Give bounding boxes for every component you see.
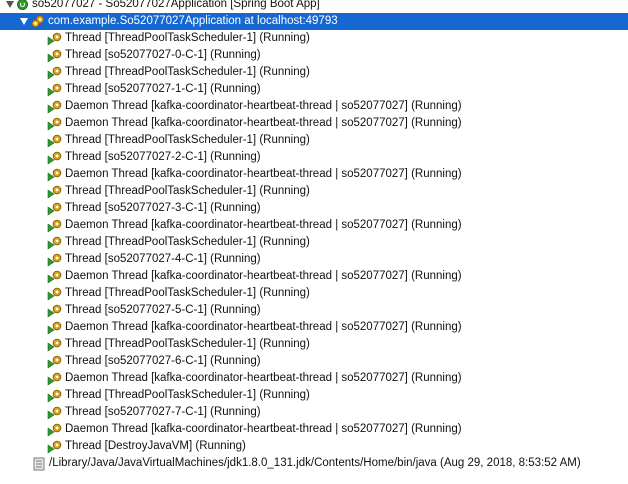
thread-label: Thread [so52077027-6-C-1] (Running) xyxy=(65,355,261,367)
running-thread-icon xyxy=(47,202,63,216)
thread-row[interactable]: Thread [ThreadPoolTaskScheduler-1] (Runn… xyxy=(0,183,628,200)
thread-row[interactable]: Daemon Thread [kafka-coordinator-heartbe… xyxy=(0,166,628,183)
thread-label: Daemon Thread [kafka-coordinator-heartbe… xyxy=(65,321,462,333)
running-thread-icon xyxy=(47,66,63,80)
thread-row[interactable]: Thread [so52077027-6-C-1] (Running) xyxy=(0,353,628,370)
thread-row[interactable]: Thread [ThreadPoolTaskScheduler-1] (Runn… xyxy=(0,64,628,81)
spring-boot-app-icon xyxy=(17,0,28,10)
expand-vm-twisty[interactable] xyxy=(20,18,28,25)
thread-row[interactable]: Daemon Thread [kafka-coordinator-heartbe… xyxy=(0,319,628,336)
thread-label: Thread [ThreadPoolTaskScheduler-1] (Runn… xyxy=(65,338,310,350)
thread-row[interactable]: Daemon Thread [kafka-coordinator-heartbe… xyxy=(0,217,628,234)
thread-label: Thread [so52077027-5-C-1] (Running) xyxy=(65,304,261,316)
thread-label: Thread [so52077027-1-C-1] (Running) xyxy=(65,83,261,95)
running-thread-icon xyxy=(47,185,63,199)
running-thread-icon xyxy=(47,134,63,148)
thread-row[interactable]: Thread [ThreadPoolTaskScheduler-1] (Runn… xyxy=(0,387,628,404)
thread-row[interactable]: Daemon Thread [kafka-coordinator-heartbe… xyxy=(0,98,628,115)
app-label: so52077027 - So52077027Application [Spri… xyxy=(32,0,320,10)
running-thread-icon xyxy=(47,117,63,131)
expand-app-twisty[interactable] xyxy=(6,1,14,8)
running-thread-icon xyxy=(47,304,63,318)
running-thread-icon xyxy=(47,287,63,301)
thread-row[interactable]: Thread [so52077027-0-C-1] (Running) xyxy=(0,47,628,64)
thread-row[interactable]: Thread [so52077027-3-C-1] (Running) xyxy=(0,200,628,217)
running-thread-icon xyxy=(47,406,63,420)
process-row[interactable]: /Library/Java/JavaVirtualMachines/jdk1.8… xyxy=(0,455,628,472)
process-label: /Library/Java/JavaVirtualMachines/jdk1.8… xyxy=(49,457,581,469)
thread-row[interactable]: Thread [ThreadPoolTaskScheduler-1] (Runn… xyxy=(0,336,628,353)
thread-label: Thread [ThreadPoolTaskScheduler-1] (Runn… xyxy=(65,66,310,78)
running-thread-icon xyxy=(47,270,63,284)
thread-row[interactable]: Daemon Thread [kafka-coordinator-heartbe… xyxy=(0,268,628,285)
thread-label: Thread [ThreadPoolTaskScheduler-1] (Runn… xyxy=(65,236,310,248)
thread-row[interactable]: Thread [ThreadPoolTaskScheduler-1] (Runn… xyxy=(0,234,628,251)
thread-label: Thread [so52077027-7-C-1] (Running) xyxy=(65,406,261,418)
running-thread-icon xyxy=(47,372,63,386)
app-row[interactable]: so52077027 - So52077027Application [Spri… xyxy=(0,0,628,13)
thread-row[interactable]: Thread [ThreadPoolTaskScheduler-1] (Runn… xyxy=(0,30,628,47)
running-thread-icon xyxy=(47,100,63,114)
vm-row[interactable]: com.example.So52077027Application at loc… xyxy=(0,13,628,30)
thread-label: Daemon Thread [kafka-coordinator-heartbe… xyxy=(65,219,462,231)
thread-row[interactable]: Thread [so52077027-2-C-1] (Running) xyxy=(0,149,628,166)
running-thread-icon xyxy=(47,253,63,267)
thread-row[interactable]: Thread [so52077027-7-C-1] (Running) xyxy=(0,404,628,421)
thread-label: Daemon Thread [kafka-coordinator-heartbe… xyxy=(65,117,462,129)
vm-label: com.example.So52077027Application at loc… xyxy=(48,15,338,27)
running-thread-icon xyxy=(47,49,63,63)
running-thread-icon xyxy=(47,168,63,182)
running-thread-icon xyxy=(47,151,63,165)
running-thread-icon xyxy=(47,32,63,46)
thread-label: Daemon Thread [kafka-coordinator-heartbe… xyxy=(65,100,462,112)
thread-row[interactable]: Thread [DestroyJavaVM] (Running) xyxy=(0,438,628,455)
thread-label: Thread [ThreadPoolTaskScheduler-1] (Runn… xyxy=(65,134,310,146)
thread-label: Thread [ThreadPoolTaskScheduler-1] (Runn… xyxy=(65,185,310,197)
thread-label: Thread [ThreadPoolTaskScheduler-1] (Runn… xyxy=(65,32,310,44)
running-thread-icon xyxy=(47,83,63,97)
java-process-icon xyxy=(33,457,45,471)
running-thread-icon xyxy=(47,338,63,352)
debug-target-icon xyxy=(31,15,45,28)
thread-row[interactable]: Thread [so52077027-5-C-1] (Running) xyxy=(0,302,628,319)
thread-row[interactable]: Thread [so52077027-1-C-1] (Running) xyxy=(0,81,628,98)
running-thread-icon xyxy=(47,423,63,437)
running-thread-icon xyxy=(47,440,63,454)
thread-label: Thread [ThreadPoolTaskScheduler-1] (Runn… xyxy=(65,389,310,401)
thread-label: Thread [so52077027-4-C-1] (Running) xyxy=(65,253,261,265)
thread-label: Daemon Thread [kafka-coordinator-heartbe… xyxy=(65,372,462,384)
thread-row[interactable]: Daemon Thread [kafka-coordinator-heartbe… xyxy=(0,115,628,132)
running-thread-icon xyxy=(47,355,63,369)
thread-label: Thread [so52077027-3-C-1] (Running) xyxy=(65,202,261,214)
thread-row[interactable]: Thread [ThreadPoolTaskScheduler-1] (Runn… xyxy=(0,132,628,149)
thread-label: Thread [ThreadPoolTaskScheduler-1] (Runn… xyxy=(65,287,310,299)
thread-row[interactable]: Thread [so52077027-4-C-1] (Running) xyxy=(0,251,628,268)
thread-row[interactable]: Thread [ThreadPoolTaskScheduler-1] (Runn… xyxy=(0,285,628,302)
thread-label: Thread [DestroyJavaVM] (Running) xyxy=(65,440,246,452)
running-thread-icon xyxy=(47,389,63,403)
thread-label: Thread [so52077027-0-C-1] (Running) xyxy=(65,49,261,61)
running-thread-icon xyxy=(47,236,63,250)
thread-label: Thread [so52077027-2-C-1] (Running) xyxy=(65,151,261,163)
thread-label: Daemon Thread [kafka-coordinator-heartbe… xyxy=(65,168,462,180)
thread-row[interactable]: Daemon Thread [kafka-coordinator-heartbe… xyxy=(0,370,628,387)
running-thread-icon xyxy=(47,219,63,233)
running-thread-icon xyxy=(47,321,63,335)
thread-label: Daemon Thread [kafka-coordinator-heartbe… xyxy=(65,423,462,435)
thread-label: Daemon Thread [kafka-coordinator-heartbe… xyxy=(65,270,462,282)
thread-row[interactable]: Daemon Thread [kafka-coordinator-heartbe… xyxy=(0,421,628,438)
